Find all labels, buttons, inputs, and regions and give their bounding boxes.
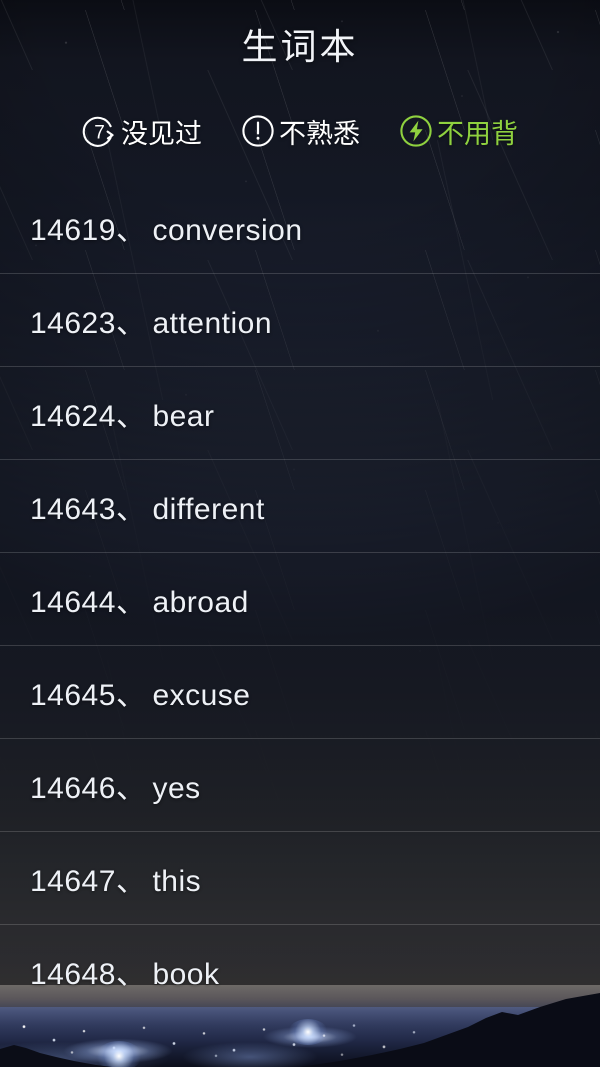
word-list-item[interactable]: 14624、 bear xyxy=(0,366,600,459)
word-list-item[interactable]: 14646、 yes xyxy=(0,738,600,831)
word-index: 14647 xyxy=(30,864,116,898)
word-index: 14645 xyxy=(30,678,116,712)
tab-unfamiliar-label: 不熟悉 xyxy=(279,118,360,149)
vocabulary-book-screen: 生词本 7 没见过 不熟悉 不用背 14619、 conversion 1462… xyxy=(0,0,600,1067)
word-list-item[interactable]: 14643、 different xyxy=(0,459,600,552)
word-index: 14624 xyxy=(30,399,116,433)
word-list-item[interactable]: 14623、 attention xyxy=(0,273,600,366)
page-title: 生词本 xyxy=(241,26,359,67)
tab-unseen-badge-number: 7 xyxy=(94,122,105,143)
word-list[interactable]: 14619、 conversion 14623、 attention 14624、 b… xyxy=(0,180,600,1017)
tab-unfamiliar[interactable]: 不熟悉 xyxy=(240,112,360,151)
word-term: this xyxy=(152,864,202,898)
word-term: excuse xyxy=(152,678,251,712)
word-list-item[interactable]: 14648、 book xyxy=(0,924,600,1017)
word-term: different xyxy=(152,492,265,526)
tab-no-need-to-memorize[interactable]: 不用背 xyxy=(398,112,518,151)
header: 生词本 xyxy=(0,0,600,88)
word-separator: 、 xyxy=(115,771,147,805)
word-list-item[interactable]: 14647、 this xyxy=(0,831,600,924)
word-index: 14623 xyxy=(30,306,116,340)
word-separator: 、 xyxy=(115,492,147,526)
word-list-item[interactable]: 14645、 excuse xyxy=(0,645,600,738)
word-term: attention xyxy=(152,306,273,340)
tab-no-need-to-memorize-label: 不用背 xyxy=(437,118,518,149)
tab-unseen-label: 没见过 xyxy=(121,118,202,149)
tab-unseen[interactable]: 7 没见过 xyxy=(82,112,202,151)
repeat-seven-icon: 7 xyxy=(82,116,114,147)
word-index: 14648 xyxy=(30,957,116,991)
word-term: yes xyxy=(152,771,201,805)
word-term: book xyxy=(152,957,220,991)
word-separator: 、 xyxy=(115,864,147,898)
word-index: 14619 xyxy=(30,213,116,247)
word-separator: 、 xyxy=(115,306,147,340)
word-separator: 、 xyxy=(115,678,147,712)
exclamation-circle-icon xyxy=(242,115,274,147)
word-separator: 、 xyxy=(115,585,147,619)
word-term: abroad xyxy=(152,585,249,619)
word-separator: 、 xyxy=(115,399,147,433)
word-index: 14646 xyxy=(30,771,116,805)
word-term: conversion xyxy=(152,213,303,247)
lightning-circle-icon xyxy=(400,115,432,147)
word-index: 14643 xyxy=(30,492,116,526)
word-term: bear xyxy=(152,399,215,433)
word-list-item[interactable]: 14644、 abroad xyxy=(0,552,600,645)
word-list-item[interactable]: 14619、 conversion xyxy=(0,180,600,273)
status-legend-tabbar: 7 没见过 不熟悉 不用背 xyxy=(0,98,600,164)
word-index: 14644 xyxy=(30,585,116,619)
word-separator: 、 xyxy=(115,213,147,247)
word-separator: 、 xyxy=(115,957,147,991)
